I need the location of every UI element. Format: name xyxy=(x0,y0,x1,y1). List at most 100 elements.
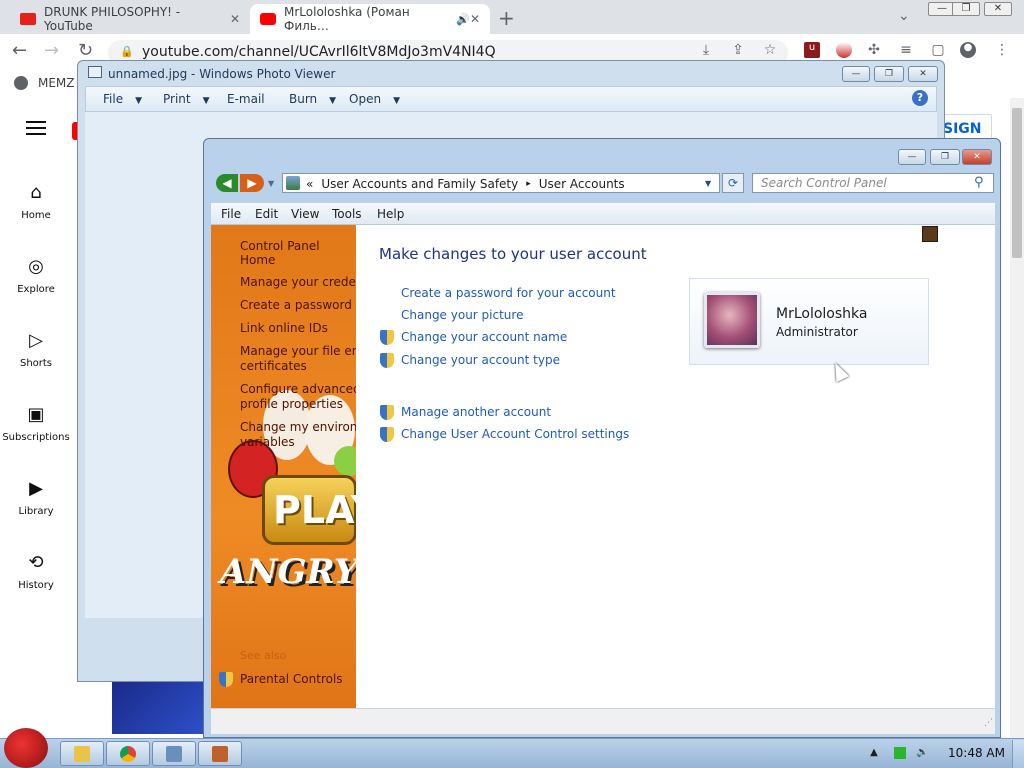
breadcrumb-overflow-icon[interactable]: « xyxy=(306,177,313,191)
bookmark-memz[interactable]: MEMZ xyxy=(14,76,75,90)
taskbar-chrome-button[interactable] xyxy=(106,741,150,766)
cp-menu-edit[interactable]: Edit xyxy=(255,207,278,221)
yt-sidebar-subscriptions[interactable]: ▣ Subscriptions xyxy=(0,404,72,443)
yt-sidebar-library[interactable]: ▶ Library xyxy=(0,478,72,517)
extension-ublock-icon[interactable]: u xyxy=(804,42,820,58)
taskbar-control-panel-button[interactable] xyxy=(198,741,242,766)
yt-sidebar-history[interactable]: ⟲ History xyxy=(0,552,72,591)
clock[interactable]: 10:48 AM xyxy=(948,746,1005,760)
user-accounts-icon xyxy=(286,176,300,190)
tab-close-icon[interactable]: ✕ xyxy=(470,12,480,26)
account-name: MrLololoshka xyxy=(776,306,868,322)
address-dropdown-icon[interactable]: ▼ xyxy=(705,179,711,188)
cp-menu-help[interactable]: Help xyxy=(377,207,404,221)
change-environment-variables-link-line2[interactable]: variables xyxy=(240,435,295,449)
profile-avatar-icon[interactable]: ● xyxy=(960,42,976,58)
back-arrow-icon[interactable]: ◀ xyxy=(216,174,238,192)
cp-menu-view[interactable]: View xyxy=(291,207,319,221)
cp-menu-tools[interactable]: Tools xyxy=(332,207,362,221)
yt-sidebar-shorts[interactable]: ▷ Shorts xyxy=(0,330,72,369)
manage-another-account-link[interactable]: Manage another account xyxy=(401,405,551,419)
browser-tab-drunk-philosophy[interactable]: DRUNK PHILOSOPHY! - YouTube ✕ xyxy=(10,4,250,34)
history-icon: ⟲ xyxy=(28,552,44,573)
photo-viewer-maximize-button[interactable]: ❐ xyxy=(874,66,904,82)
uac-shield-icon xyxy=(380,405,394,420)
reload-icon[interactable]: ↻ xyxy=(78,40,93,61)
yt-sidebar-explore[interactable]: ◎ Explore xyxy=(0,256,72,295)
extension-flag-icon[interactable] xyxy=(836,42,852,58)
change-account-name-link[interactable]: Change your account name xyxy=(401,330,567,344)
uac-shield-icon xyxy=(380,427,394,442)
browser-tab-mrlololoshka[interactable]: MrLololoshka (Роман Филь… 🔊 ✕ xyxy=(250,4,490,34)
link-online-ids-link[interactable]: Link online IDs xyxy=(240,321,328,335)
forward-arrow-icon[interactable]: → xyxy=(44,40,59,61)
install-icon[interactable]: ⤓ xyxy=(698,42,714,58)
recent-pages-chevron-icon[interactable]: ▼ xyxy=(268,179,274,188)
taskbar-explorer-button[interactable] xyxy=(60,741,104,766)
cp-minimize-button[interactable]: — xyxy=(898,149,926,165)
wpv-menu-email[interactable]: E-mail xyxy=(227,92,265,106)
change-picture-link[interactable]: Change your picture xyxy=(401,308,523,322)
volume-icon[interactable]: 🔊 xyxy=(916,747,928,759)
media-control-icon[interactable]: ≡ xyxy=(898,42,914,58)
cp-close-button[interactable]: ✕ xyxy=(962,149,992,165)
cp-menu-file[interactable]: File xyxy=(221,207,241,221)
side-panel-icon[interactable]: ▢ xyxy=(930,42,946,58)
wpv-menu-file[interactable]: File ▼ xyxy=(103,92,142,106)
cp-breadcrumb: « User Accounts and Family Safety ▸ User… xyxy=(306,177,625,191)
bookmark-star-icon[interactable]: ☆ xyxy=(762,42,778,58)
breadcrumb-separator-icon[interactable]: ▸ xyxy=(526,179,531,189)
tab-search-chevron-icon[interactable]: ⌄ xyxy=(898,8,910,24)
change-uac-settings-link[interactable]: Change User Account Control settings xyxy=(401,427,629,441)
back-arrow-icon[interactable]: ← xyxy=(12,40,27,61)
wpv-menu-print[interactable]: Print ▼ xyxy=(163,92,210,106)
change-account-type-link[interactable]: Change your account type xyxy=(401,353,560,367)
show-hidden-icons-icon[interactable]: ▲ xyxy=(868,747,880,759)
photo-viewer-close-button[interactable]: ✕ xyxy=(908,66,938,82)
manage-file-encryption-link[interactable]: Manage your file encr xyxy=(240,344,356,358)
lock-icon[interactable]: 🔒 xyxy=(120,45,134,58)
help-icon[interactable]: ? xyxy=(912,90,928,106)
cp-maximize-button[interactable]: ❐ xyxy=(930,149,960,165)
extensions-puzzle-icon[interactable]: ✣ xyxy=(866,42,882,58)
hamburger-menu-icon[interactable] xyxy=(26,121,46,135)
cp-search-input[interactable]: Search Control Panel xyxy=(752,173,994,193)
wpv-menu-label: Burn xyxy=(289,92,318,106)
chrome-menu-icon[interactable]: ⋮ xyxy=(994,42,1010,58)
manage-credentials-link[interactable]: Manage your credenti xyxy=(240,275,356,289)
wpv-menu-burn[interactable]: Burn ▼ xyxy=(289,92,336,106)
audio-playing-icon[interactable]: 🔊 xyxy=(456,13,470,26)
control-panel-home-link[interactable]: Control Panel Home xyxy=(240,239,356,267)
photo-viewer-minimize-button[interactable]: — xyxy=(842,66,870,82)
show-desktop-button[interactable] xyxy=(1012,740,1024,768)
wpv-menu-label: Print xyxy=(163,92,191,106)
browser-close-button[interactable]: ✕ xyxy=(984,2,1012,16)
breadcrumb-user-accounts[interactable]: User Accounts xyxy=(539,177,625,191)
url-text[interactable]: youtube.com/channel/UCAvrIl6ltV8MdJo3mV4… xyxy=(142,44,496,60)
configure-advanced-profile-link-line2[interactable]: profile properties xyxy=(240,397,343,411)
refresh-icon[interactable]: ⟳ xyxy=(722,173,744,193)
new-tab-button[interactable]: + xyxy=(498,6,515,30)
create-password-reset-link[interactable]: Create a password rese xyxy=(240,298,356,312)
resize-grip-icon[interactable]: ⋰ xyxy=(984,718,993,728)
create-password-link[interactable]: Create a password for your account xyxy=(401,286,616,300)
taskbar-photo-viewer-button[interactable] xyxy=(152,741,196,766)
configure-advanced-profile-link[interactable]: Configure advanced u xyxy=(240,382,356,396)
tab-close-icon[interactable]: ✕ xyxy=(230,12,240,26)
tab-title: DRUNK PHILOSOPHY! - YouTube xyxy=(44,5,181,33)
page-scrollbar-thumb[interactable] xyxy=(1012,108,1022,258)
share-icon[interactable]: ⇪ xyxy=(730,42,746,58)
battery-icon[interactable] xyxy=(894,747,906,759)
dropdown-arrow-icon: ▼ xyxy=(135,96,143,106)
yt-sidebar-label: Home xyxy=(21,210,51,221)
breadcrumb-user-accounts-family-safety[interactable]: User Accounts and Family Safety xyxy=(321,177,518,191)
change-environment-variables-link[interactable]: Change my environm xyxy=(240,420,356,434)
parental-controls-link[interactable]: Parental Controls xyxy=(240,672,343,686)
start-button-angry-bird-icon[interactable] xyxy=(4,728,48,768)
wpv-menu-open[interactable]: Open ▼ xyxy=(349,92,400,106)
manage-file-encryption-link-line2[interactable]: certificates xyxy=(240,359,307,373)
search-icon[interactable]: ⚲ xyxy=(974,175,984,190)
yt-sidebar-home[interactable]: ⌂ Home xyxy=(0,182,72,221)
browser-maximize-button[interactable]: ❐ xyxy=(952,2,980,16)
forward-arrow-icon[interactable]: ▶ xyxy=(240,174,264,192)
